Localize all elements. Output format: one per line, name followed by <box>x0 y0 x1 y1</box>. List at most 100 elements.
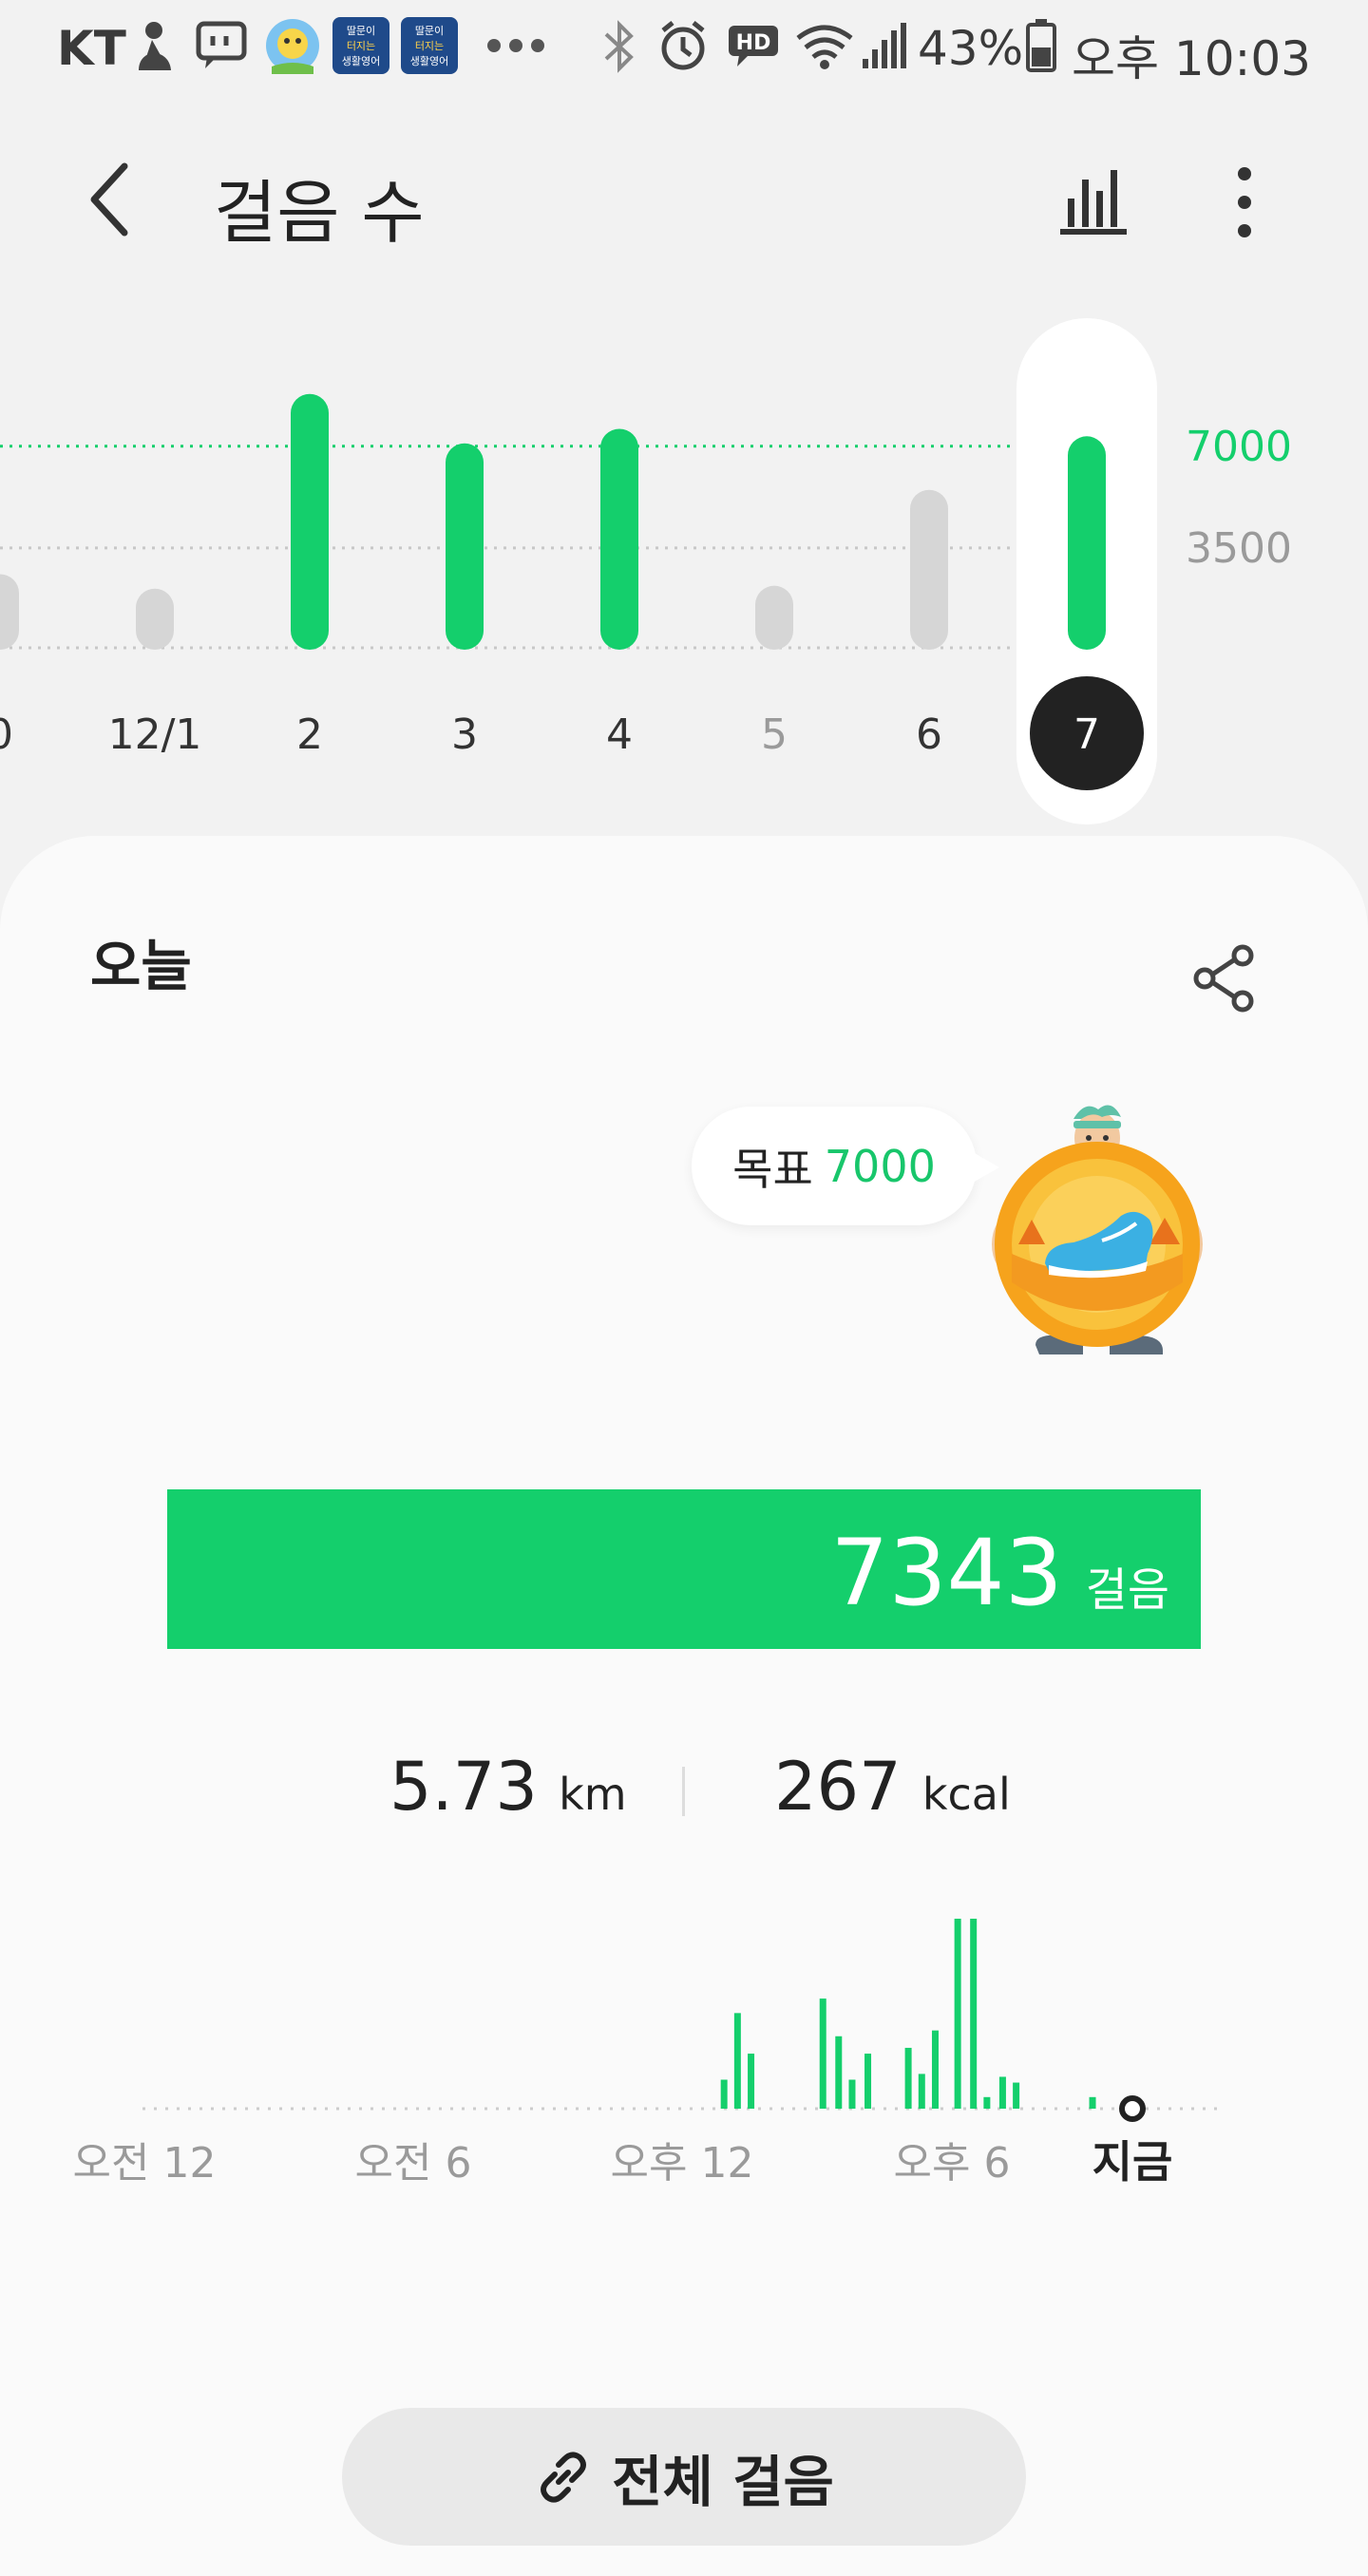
hour-bar <box>998 2076 1006 2109</box>
chart-view-button[interactable] <box>1054 157 1140 242</box>
share-button[interactable] <box>1188 940 1264 1016</box>
hourly-chart-svg: 오전 12 오전 6 오후 12 오후 6 지금 <box>73 1919 1226 2188</box>
hour-bar <box>819 1998 826 2109</box>
day-label: 2 <box>296 710 323 759</box>
more-vert-icon <box>1238 167 1251 237</box>
hour-bar <box>720 2079 728 2109</box>
all-steps-button[interactable]: 전체 걸음 <box>342 2408 1026 2546</box>
day-label: 4 <box>606 710 633 759</box>
back-arrow-icon <box>90 162 128 237</box>
weekly-chart-svg: 0 12/1 2 3 4 5 6 7 7000 3500 <box>0 318 1292 824</box>
distance-unit: km <box>559 1769 627 1820</box>
today-steps-unit: 걸음 <box>1085 1563 1169 1617</box>
status-bar: KT 딸문이 터지는 생활영어 딸문이 터지는 생활영어 HD 43% 오후 1… <box>0 0 1368 95</box>
english-app-icon: 딸문이 터지는 생활영어 <box>401 17 458 74</box>
day-bar <box>136 588 174 650</box>
hour-bar <box>748 2054 755 2109</box>
day-label: 5 <box>761 710 788 759</box>
hour-axis-label: 오후 12 <box>611 2139 754 2188</box>
hour-bar <box>931 2030 939 2109</box>
day-column[interactable] <box>600 428 638 650</box>
distance-value: 5.73 <box>390 1748 538 1826</box>
hour-bar <box>983 2096 991 2109</box>
alarm-icon <box>661 21 705 70</box>
chat-icon <box>196 21 247 68</box>
hour-bar <box>1089 2096 1096 2109</box>
hour-bar <box>954 1919 961 2109</box>
hour-bar <box>918 2074 925 2109</box>
wifi-icon <box>796 25 853 69</box>
today-steps-bar: 7343 걸음 <box>167 1489 1201 1649</box>
day-column[interactable] <box>755 585 793 650</box>
svg-text:HD: HD <box>736 31 771 55</box>
hour-bar <box>1013 2082 1020 2109</box>
stats-row: 5.73 km 267 kcal <box>0 1748 1368 1843</box>
app-tile-text-2: 터지는 <box>347 40 375 52</box>
hour-bar <box>864 2054 872 2109</box>
app-header: 걸음 수 <box>0 104 1368 294</box>
steps-screen: KT 딸문이 터지는 생활영어 딸문이 터지는 생활영어 HD 43% 오후 1… <box>0 0 1368 2576</box>
distance-stat: 5.73 km <box>390 1748 627 1826</box>
app-tile-text-3: 생활영어 <box>342 54 380 67</box>
bar-chart-icon <box>1060 170 1127 235</box>
signal-icon <box>863 23 906 68</box>
now-marker <box>1119 2095 1146 2122</box>
more-options-button[interactable] <box>1216 157 1273 252</box>
back-button[interactable] <box>81 157 157 252</box>
day-column[interactable] <box>291 393 329 650</box>
calories-unit: kcal <box>922 1769 1011 1820</box>
day-label: 12/1 <box>108 710 202 759</box>
app-icon <box>266 19 319 74</box>
goal-value: 7000 <box>824 1140 936 1192</box>
day-column[interactable] <box>0 574 19 650</box>
day-bar <box>910 489 948 650</box>
hour-bar <box>904 2047 912 2109</box>
hour-bar <box>848 2079 856 2109</box>
calories-stat: 267 kcal <box>774 1748 1011 1826</box>
hour-axis-label: 오후 6 <box>894 2139 1011 2188</box>
today-label: 오늘 <box>90 934 192 998</box>
hour-bar <box>835 2036 843 2109</box>
today-card: 오늘 목표 7000 7343 걸음 5.73 km 267 kcal 오전 1… <box>0 836 1368 2576</box>
person-icon <box>139 22 171 70</box>
more-dots-icon <box>487 39 544 52</box>
now-label: 지금 <box>1092 2136 1173 2188</box>
page-title: 걸음 수 <box>214 173 425 253</box>
hour-bar <box>733 2013 741 2109</box>
today-steps-value: 7343 <box>830 1520 1063 1626</box>
hour-bar <box>970 1919 978 2109</box>
day-bar <box>755 585 793 650</box>
half-goal-line-label: 3500 <box>1186 524 1292 573</box>
day-label: 7 <box>1074 710 1100 759</box>
mascot-illustration <box>992 1105 1203 1354</box>
day-label: 3 <box>451 710 478 759</box>
app-tile-text-3: 생활영어 <box>410 54 448 67</box>
goal-line-label: 7000 <box>1186 423 1292 471</box>
goal-label: 목표 <box>732 1143 813 1195</box>
hour-axis-label: 오전 6 <box>355 2139 472 2188</box>
hourly-steps-chart: 오전 12 오전 6 오후 12 오후 6 지금 <box>0 1919 1368 2242</box>
stats-divider <box>682 1767 685 1816</box>
day-label: 0 <box>0 710 13 759</box>
link-icon <box>541 2451 587 2503</box>
battery-percent: 43% <box>918 21 1024 76</box>
day-bar <box>0 574 19 650</box>
day-bar <box>1068 436 1106 650</box>
english-app-icon: 딸문이 터지는 생활영어 <box>332 17 390 74</box>
day-column[interactable] <box>1068 436 1106 650</box>
day-column[interactable] <box>910 489 948 650</box>
day-label: 6 <box>916 710 942 759</box>
day-column[interactable] <box>446 443 484 650</box>
clock: 오후 10:03 <box>1072 31 1311 86</box>
app-tile-text-1: 딸문이 <box>415 25 444 37</box>
bluetooth-icon <box>604 20 634 73</box>
hd-icon: HD <box>729 26 778 66</box>
day-column[interactable] <box>136 588 174 650</box>
weekly-steps-chart: 0 12/1 2 3 4 5 6 7 7000 3500 <box>0 304 1368 836</box>
carrier-label: KT <box>57 21 126 76</box>
all-steps-label: 전체 걸음 <box>612 2449 834 2514</box>
calories-value: 267 <box>774 1748 902 1826</box>
hour-axis-label: 오전 12 <box>73 2139 217 2188</box>
goal-bubble: 목표 7000 <box>692 1107 999 1225</box>
day-bar <box>291 393 329 650</box>
